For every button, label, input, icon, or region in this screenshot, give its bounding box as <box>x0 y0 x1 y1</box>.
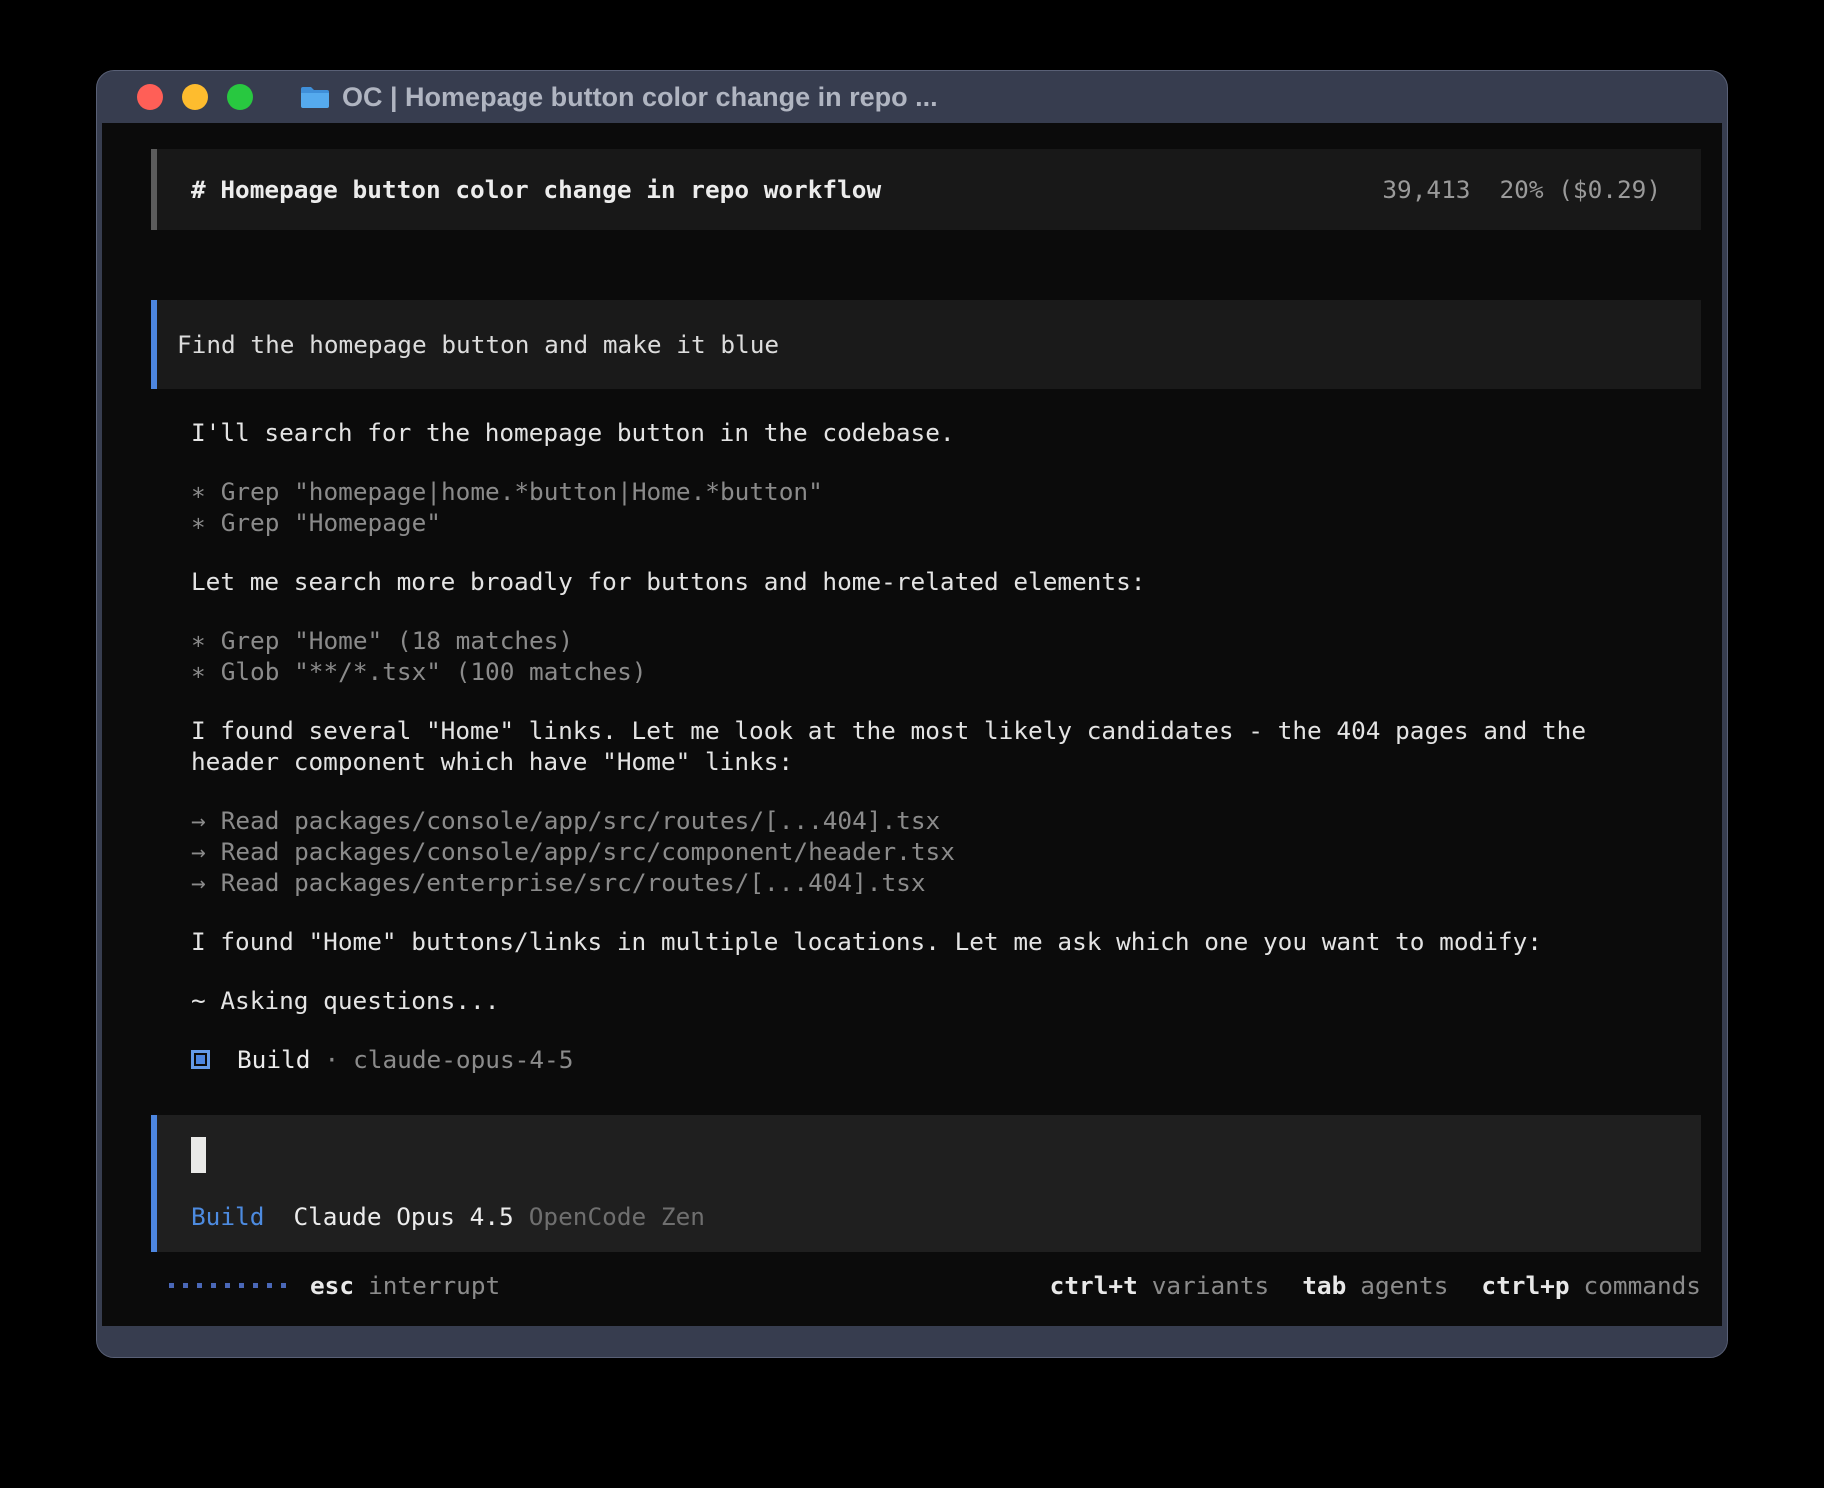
agent-mode-icon <box>191 1050 210 1069</box>
hint-label: interrupt <box>368 1270 500 1301</box>
text-cursor <box>191 1137 206 1173</box>
tool-call-text: Read packages/console/app/src/component/… <box>221 836 955 867</box>
status-bar-right: ctrl+t variants tab agents ctrl+p comman… <box>1050 1270 1701 1301</box>
hint-variants: ctrl+t variants <box>1050 1270 1270 1301</box>
spinner-dot <box>225 1283 230 1288</box>
tool-bullet-icon: ∗ <box>191 656 206 687</box>
tool-call-text: Grep "homepage|home.*button|Home.*button… <box>221 476 823 507</box>
tool-call-line: → Read packages/console/app/src/componen… <box>191 836 1701 867</box>
arrow-right-icon: → <box>191 867 206 898</box>
close-button[interactable] <box>137 84 163 110</box>
hint-agents: tab agents <box>1302 1270 1448 1301</box>
tool-call-text: Read packages/console/app/src/routes/[..… <box>221 805 941 836</box>
session-header: # Homepage button color change in repo w… <box>151 149 1701 230</box>
agent-mode-label[interactable]: Build <box>191 1201 264 1232</box>
tool-call-text: Grep "Home" (18 matches) <box>221 625 573 656</box>
hint-label: agents <box>1360 1270 1448 1301</box>
assistant-text: I'll search for the homepage button in t… <box>191 417 1701 448</box>
spinner-dot <box>197 1283 202 1288</box>
model-label[interactable]: Claude Opus 4.5 <box>293 1201 513 1232</box>
tool-call-line: ∗ Glob "**/*.tsx" (100 matches) <box>191 656 1701 687</box>
provider-label: OpenCode Zen <box>529 1201 705 1232</box>
tool-call-line: → Read packages/console/app/src/routes/[… <box>191 805 1701 836</box>
hint-key: tab <box>1302 1270 1346 1301</box>
tool-call-text: Read packages/enterprise/src/routes/[...… <box>221 867 926 898</box>
spinner-dot <box>239 1283 244 1288</box>
spinner-dot <box>253 1283 258 1288</box>
tool-call-text: Glob "**/*.tsx" (100 matches) <box>221 656 647 687</box>
spinner-dot <box>211 1283 216 1288</box>
terminal-window: OC | Homepage button color change in rep… <box>96 70 1728 1358</box>
arrow-right-icon: → <box>191 805 206 836</box>
tool-bullet-icon: ∗ <box>191 625 206 656</box>
hint-interrupt: esc interrupt <box>310 1270 500 1301</box>
window-title: OC | Homepage button color change in rep… <box>342 82 938 113</box>
agent-model: claude-opus-4-5 <box>353 1044 573 1075</box>
terminal-content: # Homepage button color change in repo w… <box>102 123 1722 1326</box>
user-message: Find the homepage button and make it blu… <box>151 300 1701 389</box>
zoom-button[interactable] <box>227 84 253 110</box>
session-stats: 39,413 20% ($0.29) <box>1382 174 1661 205</box>
assistant-text: I found several "Home" links. Let me loo… <box>191 715 1631 777</box>
hint-key: esc <box>310 1270 354 1301</box>
token-count: 39,413 <box>1382 174 1470 205</box>
hint-label: commands <box>1584 1270 1701 1301</box>
prompt-input[interactable]: Build Claude Opus 4.5 OpenCode Zen <box>151 1115 1701 1252</box>
spinner-dot <box>281 1283 286 1288</box>
status-bar: esc interrupt ctrl+t variants tab agents… <box>169 1270 1701 1301</box>
spinner-dot <box>267 1283 272 1288</box>
tool-call-line: ∗ Grep "homepage|home.*button|Home.*butt… <box>191 476 1701 507</box>
dot-separator: · <box>324 1044 339 1075</box>
tool-bullet-icon: ∗ <box>191 507 206 538</box>
tool-call-line: ∗ Grep "Home" (18 matches) <box>191 625 1701 656</box>
folder-icon <box>300 85 330 110</box>
tool-call-group: ∗ Grep "homepage|home.*button|Home.*butt… <box>191 476 1701 538</box>
desktop: OC | Homepage button color change in rep… <box>0 0 1824 1488</box>
tool-call-line: → Read packages/enterprise/src/routes/[.… <box>191 867 1701 898</box>
assistant-text: Let me search more broadly for buttons a… <box>191 566 1701 597</box>
arrow-right-icon: → <box>191 836 206 867</box>
titlebar[interactable]: OC | Homepage button color change in rep… <box>97 71 1727 123</box>
assistant-text: I found "Home" buttons/links in multiple… <box>191 926 1701 957</box>
session-title: # Homepage button color change in repo w… <box>191 174 881 205</box>
agent-status: Build · claude-opus-4-5 <box>191 1044 1701 1075</box>
assistant-status-text: ~ Asking questions... <box>191 985 1701 1016</box>
user-message-text: Find the homepage button and make it blu… <box>177 330 779 359</box>
hint-label: variants <box>1152 1270 1269 1301</box>
spinner-dot <box>183 1283 188 1288</box>
hint-key: ctrl+p <box>1481 1270 1569 1301</box>
hint-key: ctrl+t <box>1050 1270 1138 1301</box>
window-bottom-frame <box>97 1326 1727 1357</box>
minimize-button[interactable] <box>182 84 208 110</box>
tool-call-group: → Read packages/console/app/src/routes/[… <box>191 805 1701 898</box>
hint-commands: ctrl+p commands <box>1481 1270 1701 1301</box>
tool-call-text: Grep "Homepage" <box>221 507 441 538</box>
tool-call-line: ∗ Grep "Homepage" <box>191 507 1701 538</box>
tool-call-group: ∗ Grep "Home" (18 matches) ∗ Glob "**/*.… <box>191 625 1701 687</box>
tool-bullet-icon: ∗ <box>191 476 206 507</box>
agent-name: Build <box>237 1044 310 1075</box>
spinner-dots <box>169 1283 286 1288</box>
input-footer: Build Claude Opus 4.5 OpenCode Zen <box>191 1201 1681 1232</box>
spinner-dot <box>169 1283 174 1288</box>
context-cost: 20% ($0.29) <box>1499 174 1661 205</box>
traffic-lights <box>137 84 253 110</box>
